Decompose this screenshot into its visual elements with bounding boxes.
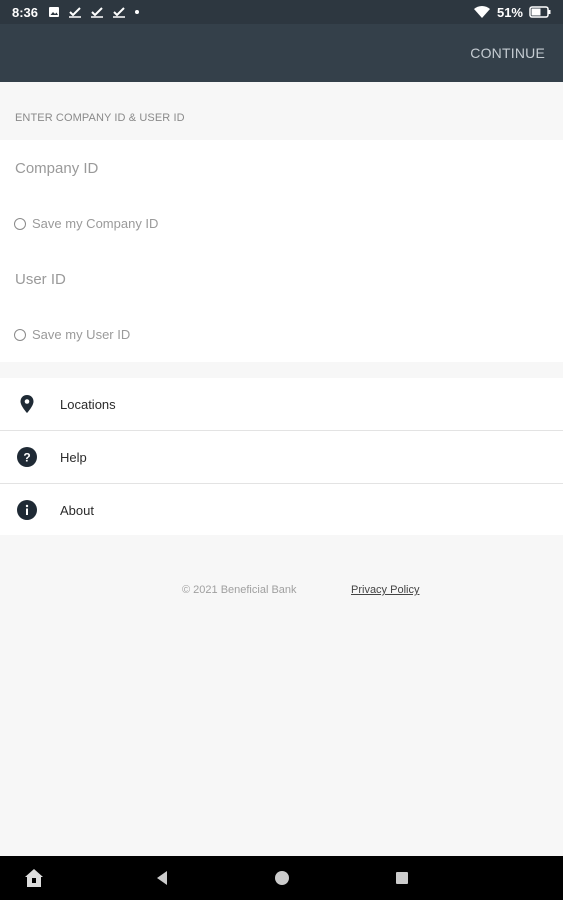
recents-icon[interactable] (392, 856, 412, 900)
menu-item-label: Locations (60, 396, 116, 412)
wifi-icon (473, 5, 490, 18)
info-icon (17, 500, 37, 520)
menu-item-about[interactable]: About (0, 484, 563, 536)
menu-item-label: Help (60, 449, 87, 465)
menu-list: Locations ? Help About (0, 378, 563, 535)
privacy-policy-link[interactable]: Privacy Policy (351, 584, 419, 596)
continue-button[interactable]: CONTINUE (470, 24, 545, 82)
back-icon[interactable] (152, 856, 172, 900)
copyright-text: © 2021 Beneficial Bank (182, 584, 297, 596)
check-notification-icon (69, 7, 82, 18)
dot-icon (135, 10, 140, 14)
menu-item-label: About (60, 502, 94, 518)
home-app-icon[interactable] (22, 856, 46, 900)
battery-icon (529, 6, 551, 18)
status-bar: 8:36 51% (0, 0, 563, 24)
menu-item-locations[interactable]: Locations (0, 378, 563, 430)
save-user-id-option[interactable]: Save my User ID (14, 327, 130, 342)
user-id-field[interactable]: User ID (15, 271, 66, 288)
check-notification-icon (113, 7, 126, 18)
battery-percent: 51% (496, 4, 523, 20)
image-notification-icon (49, 7, 60, 17)
save-company-id-label: Save my Company ID (32, 216, 159, 231)
login-form: Company ID Save my Company ID User ID Sa… (0, 140, 563, 362)
help-icon: ? (17, 447, 37, 467)
home-icon[interactable] (272, 856, 292, 900)
company-id-field[interactable]: Company ID (15, 160, 98, 177)
svg-text:?: ? (23, 451, 30, 465)
save-user-id-radio[interactable] (14, 328, 26, 341)
status-right: 51% (473, 5, 551, 20)
system-nav-bar (0, 856, 563, 900)
status-time: 8:36 (12, 4, 39, 20)
location-pin-icon (17, 394, 37, 414)
save-company-id-radio[interactable] (14, 217, 26, 230)
app-bar: CONTINUE (0, 24, 563, 82)
section-header: ENTER COMPANY ID & USER ID (15, 112, 185, 124)
save-user-id-label: Save my User ID (32, 327, 131, 342)
check-notification-icon (91, 7, 104, 18)
menu-item-help[interactable]: ? Help (0, 431, 563, 483)
save-company-id-option[interactable]: Save my Company ID (14, 216, 158, 231)
notification-icons (48, 6, 140, 18)
